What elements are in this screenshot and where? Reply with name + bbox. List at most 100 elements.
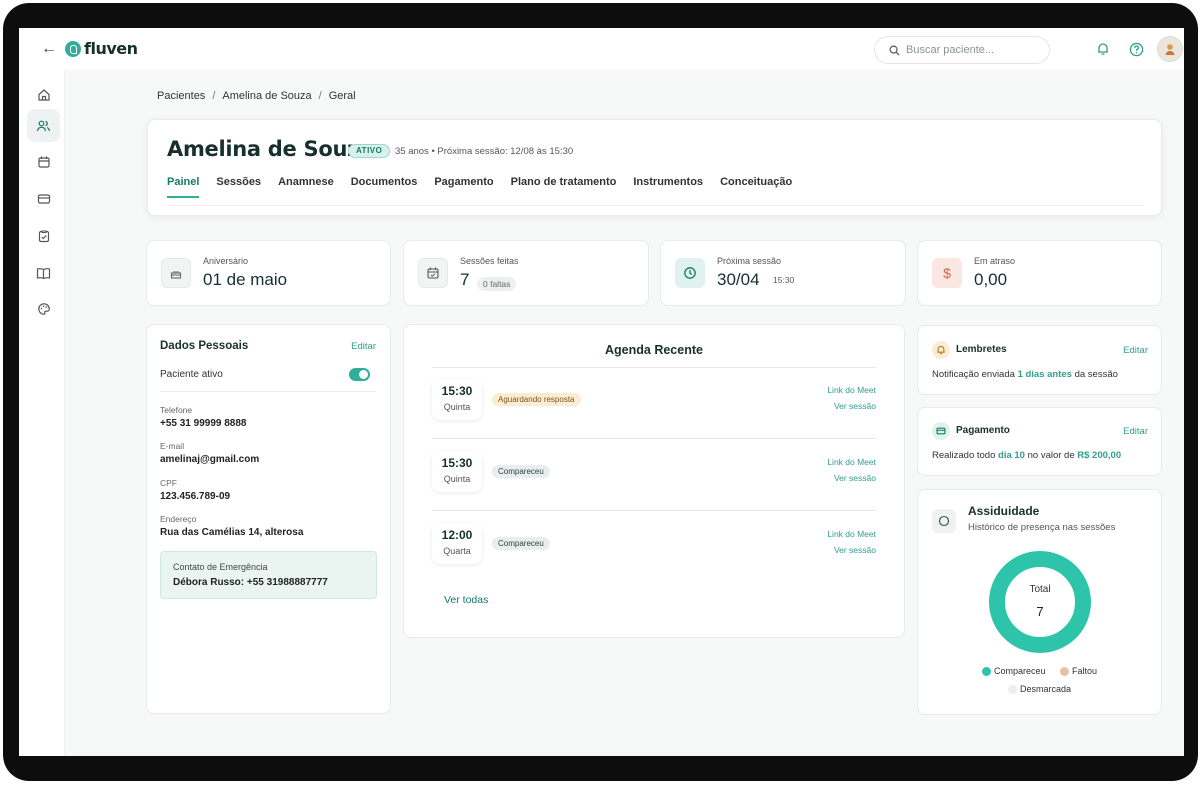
sidebar-item-library[interactable]	[27, 256, 60, 289]
cpf-value: 123.456.789-09	[160, 491, 231, 502]
sidebar-item-calendar[interactable]	[27, 145, 60, 178]
address-label: Endereço	[160, 514, 197, 524]
email-label: E-mail	[160, 441, 185, 451]
phone-label: Telefone	[160, 405, 193, 415]
divider	[432, 367, 876, 368]
cpf-label: CPF	[160, 478, 177, 488]
tab-documentos[interactable]: Documentos	[351, 176, 418, 198]
reminders-highlight: 1 dias antes	[1017, 369, 1072, 380]
next-session-date: 30/04	[717, 270, 760, 289]
divider	[160, 391, 376, 392]
session-hour: 15:30	[441, 384, 473, 398]
meet-link[interactable]: Link do Meet	[827, 529, 876, 539]
view-session-link[interactable]: Ver sessão	[834, 545, 876, 555]
app-name: fluven	[84, 39, 138, 58]
donut-total-label: Total	[1029, 584, 1050, 595]
session-time-box: 12:00 Quarta	[432, 523, 482, 564]
payment-edit-link[interactable]: Editar	[1123, 426, 1148, 437]
overdue-value: 0,00	[974, 270, 1008, 289]
reminders-title: Lembretes	[956, 344, 1007, 355]
tabs-divider	[167, 205, 1143, 206]
breadcrumb: Pacientes / Amelina de Souza / Geral	[157, 90, 356, 102]
breadcrumb-patient-name[interactable]: Amelina de Souza	[222, 90, 311, 102]
tab-plano-de-tratamento[interactable]: Plano de tratamento	[511, 176, 617, 198]
back-arrow-icon[interactable]: ←	[41, 40, 57, 58]
sessions-value: 7	[460, 270, 470, 289]
next-session-label: Próxima sessão	[717, 256, 782, 266]
search-icon	[889, 45, 900, 56]
search-input[interactable]	[906, 44, 1036, 56]
view-session-link[interactable]: Ver sessão	[834, 401, 876, 411]
payment-amount: R$ 200,00	[1077, 450, 1122, 461]
sidebar-item-patients[interactable]	[27, 109, 60, 142]
agenda-item: 15:30 Quinta Compareceu Link do Meet Ver…	[432, 451, 876, 499]
breadcrumb-patients[interactable]: Pacientes	[157, 90, 205, 102]
active-patient-toggle[interactable]	[349, 368, 370, 381]
reminders-text-after: da sessão	[1071, 369, 1118, 380]
status-badge: ATIVO	[348, 144, 391, 158]
donut-total-value: 7	[1036, 604, 1043, 619]
agenda-item: 15:30 Quinta Aguardando resposta Link do…	[432, 379, 876, 427]
view-session-link[interactable]: Ver sessão	[834, 473, 876, 483]
payment-day: dia 10	[998, 450, 1025, 461]
recent-agenda-card: Agenda Recente 15:30 Quinta Aguardando r…	[403, 324, 905, 638]
payment-text-mid: no valor de	[1024, 450, 1078, 461]
legend-dot	[982, 666, 991, 676]
tab-instrumentos[interactable]: Instrumentos	[633, 176, 703, 198]
breadcrumb-current: Geral	[328, 90, 356, 102]
agenda-title: Agenda Recente	[605, 343, 703, 357]
sidebar-item-themes[interactable]	[27, 292, 60, 325]
sidebar-item-payments[interactable]	[27, 182, 60, 215]
bell-icon[interactable]	[1094, 40, 1112, 58]
personal-data-edit-link[interactable]: Editar	[351, 341, 376, 352]
tab-sessoes[interactable]: Sessões	[216, 176, 261, 198]
sidebar-item-home[interactable]	[27, 78, 60, 111]
phone-value: +55 31 99999 8888	[160, 418, 247, 429]
device-frame: ← fluven Buscar paciente... Pacientes / …	[3, 3, 1198, 781]
legend-dot	[1008, 684, 1017, 694]
divider	[432, 510, 876, 511]
clipboard-check-icon	[38, 230, 49, 242]
home-icon	[37, 88, 50, 101]
reminders-text: Notificação enviada 1 dias antes da sess…	[932, 369, 1118, 380]
personal-data-card: Dados Pessoais Editar Paciente ativo Tel…	[146, 324, 391, 714]
attendance-subtitle: Histórico de presença nas sessões	[968, 522, 1116, 533]
donut-segment-compareceu	[989, 551, 1091, 653]
address-value: Rua das Camélias 14, alterosa	[160, 527, 304, 538]
avatar-figure-icon	[1165, 44, 1175, 55]
session-day: Quinta	[443, 402, 471, 412]
clock-icon	[675, 258, 705, 288]
payment-text-before: Realizado todo	[932, 450, 999, 461]
logo-icon	[65, 40, 81, 57]
birthday-card: Aniversário 01 de maio	[146, 240, 391, 306]
meet-link[interactable]: Link do Meet	[827, 457, 876, 467]
attendance-title: Assiduidade	[968, 504, 1040, 518]
active-patient-label: Paciente ativo	[160, 369, 223, 380]
tab-conceituacao[interactable]: Conceituação	[720, 176, 792, 198]
legend-label: Compareceu	[994, 666, 1046, 676]
help-icon[interactable]	[1127, 40, 1145, 58]
patient-tabs: Painel Sessões Anamnese Documentos Pagam…	[167, 176, 792, 198]
calendar-icon	[37, 156, 50, 168]
meet-link[interactable]: Link do Meet	[827, 385, 876, 395]
credit-card-icon	[932, 422, 950, 440]
reminders-card: Lembretes Editar Notificação enviada 1 d…	[917, 325, 1162, 395]
legend-label: Desmarcada	[1020, 684, 1072, 694]
see-all-link[interactable]: Ver todas	[444, 594, 488, 606]
user-avatar[interactable]	[1157, 36, 1183, 62]
tab-anamnese[interactable]: Anamnese	[278, 176, 334, 198]
session-time-box: 15:30 Quinta	[432, 379, 482, 420]
session-status-badge: Aguardando resposta	[492, 393, 581, 406]
tab-painel[interactable]: Painel	[167, 176, 200, 198]
payment-text: Realizado todo dia 10 no valor de R$ 200…	[932, 450, 1121, 461]
birthday-label: Aniversário	[203, 256, 249, 266]
credit-card-icon	[37, 193, 50, 204]
reminders-edit-link[interactable]: Editar	[1123, 345, 1148, 356]
circle-icon	[932, 509, 956, 533]
sidebar-item-tasks[interactable]	[27, 219, 60, 252]
emergency-contact-value: Débora Russo: +55 31988887777	[173, 577, 328, 588]
app-logo[interactable]: fluven	[65, 39, 138, 58]
patient-search[interactable]	[874, 36, 1050, 64]
app-screen: ← fluven Buscar paciente... Pacientes / …	[19, 28, 1184, 756]
tab-pagamento[interactable]: Pagamento	[434, 176, 493, 198]
